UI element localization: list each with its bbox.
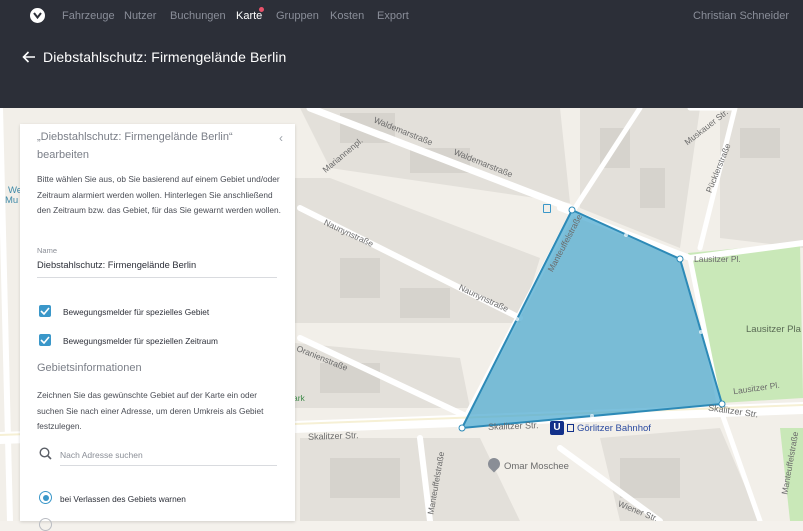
collapse-chevron-icon[interactable]: ‹ <box>279 131 283 145</box>
nav-item-kosten[interactable]: Kosten <box>330 10 364 22</box>
time-checkbox-label[interactable]: Bewegungsmelder für speziellen Zeitraum <box>63 336 218 346</box>
search-icon <box>39 447 52 465</box>
panel-heading: „Diebstahlschutz: Firmengelände Berlin“ … <box>37 131 233 161</box>
area-checkbox-label[interactable]: Bewegungsmelder für spezielles Gebiet <box>63 307 209 317</box>
bus-stop-icon <box>543 204 551 213</box>
second-radio[interactable] <box>39 518 52 531</box>
street-label: Skalitzer Str. <box>487 420 539 432</box>
area-checkbox[interactable] <box>39 305 51 317</box>
back-arrow-icon[interactable] <box>22 50 36 64</box>
park-label: Lausitzer Pla <box>746 324 801 335</box>
main-nav: Fahrzeuge Nutzer Buchungen Karte Gruppen… <box>0 0 803 32</box>
nav-item-fahrzeuge[interactable]: Fahrzeuge <box>62 10 115 22</box>
nav-item-export[interactable]: Export <box>377 10 409 22</box>
edit-panel: „Diebstahlschutz: Firmengelände Berlin“ … <box>20 124 295 531</box>
train-icon <box>567 424 574 432</box>
street-label: Lausitzer Pl. <box>694 254 741 264</box>
name-label: Name <box>37 246 58 255</box>
station-label[interactable]: Görlitzer Bahnhof <box>577 423 651 434</box>
search-underline <box>60 465 277 466</box>
street-label: Skalitzer Str. <box>307 430 359 442</box>
section-description: Zeichnen Sie das gewünschte Gebiet auf d… <box>37 390 264 431</box>
nav-item-gruppen[interactable]: Gruppen <box>276 10 319 22</box>
nav-item-buchungen[interactable]: Buchungen <box>170 10 226 22</box>
app-header: Fahrzeuge Nutzer Buchungen Karte Gruppen… <box>0 0 803 108</box>
subway-badge-icon: U <box>550 421 564 435</box>
time-checkbox[interactable] <box>39 334 51 346</box>
poi-label[interactable]: Omar Moschee <box>504 461 569 472</box>
logo-icon[interactable] <box>30 8 45 23</box>
section-title: Gebietsinformationen <box>37 362 142 374</box>
leave-area-radio-label[interactable]: bei Verlassen des Gebiets warnen <box>60 494 186 504</box>
page-title: Diebstahlschutz: Firmengelände Berlin <box>43 49 287 65</box>
user-menu[interactable]: Christian Schneider <box>693 10 789 22</box>
notification-dot <box>259 7 264 12</box>
nav-item-karte[interactable]: Karte <box>236 10 262 22</box>
address-search-input[interactable] <box>60 446 276 464</box>
nav-item-nutzer[interactable]: Nutzer <box>124 10 156 22</box>
name-field[interactable]: Diebstahlschutz: Firmengelände Berlin <box>37 260 196 270</box>
poi-label: Mu <box>5 195 19 206</box>
leave-area-radio[interactable] <box>39 491 52 504</box>
panel-description: Bitte wählen Sie aus, ob Sie basierend a… <box>37 174 281 215</box>
name-underline <box>37 277 277 278</box>
